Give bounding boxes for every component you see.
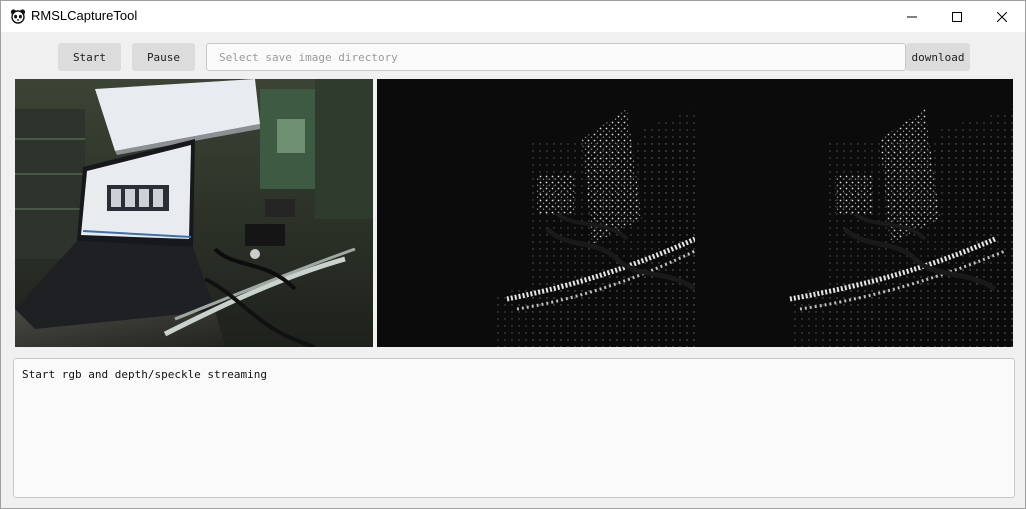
start-button[interactable]: Start (58, 43, 121, 71)
speckle-image-right (695, 79, 1013, 347)
minimize-button[interactable] (889, 1, 935, 32)
log-output[interactable]: Start rgb and depth/speckle streaming (13, 358, 1015, 498)
minimize-icon (907, 12, 917, 22)
panda-icon (10, 8, 26, 24)
pause-button[interactable]: Pause (132, 43, 195, 71)
speckle-image-left (377, 79, 695, 347)
close-icon (997, 11, 1007, 22)
close-button[interactable] (979, 1, 1025, 32)
speckle-view-right (695, 79, 1013, 347)
maximize-button[interactable] (934, 1, 980, 32)
rgb-camera-image (15, 79, 373, 347)
app-window: RMSLCaptureTool Start Pause download (0, 0, 1026, 509)
rgb-camera-view (15, 79, 373, 347)
save-directory-input[interactable] (206, 43, 906, 71)
download-button[interactable]: download (906, 43, 970, 71)
maximize-icon (952, 11, 962, 22)
title-bar: RMSLCaptureTool (1, 1, 1025, 32)
speckle-view-left (377, 79, 695, 347)
window-title: RMSLCaptureTool (31, 8, 138, 23)
log-line: Start rgb and depth/speckle streaming (22, 368, 268, 381)
